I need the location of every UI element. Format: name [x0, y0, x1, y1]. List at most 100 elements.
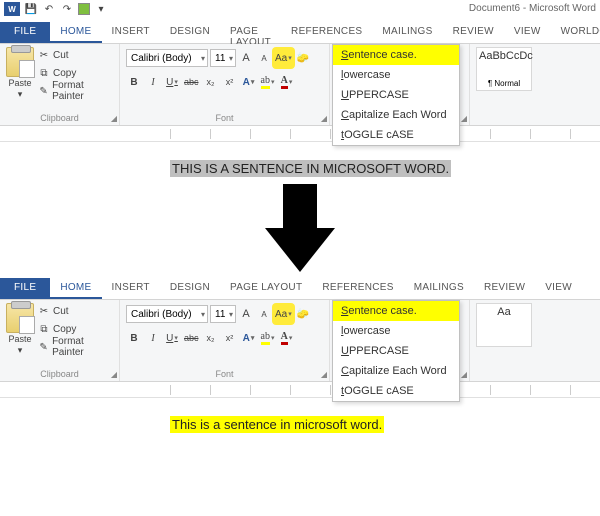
menu-toggle-case[interactable]: tOGGLE cASE	[333, 125, 459, 145]
subscript-button[interactable]: x₂	[203, 73, 219, 91]
font-launcher-icon[interactable]: ◢	[321, 370, 327, 379]
menu-lowercase[interactable]: lowercase	[333, 65, 459, 85]
bold-button[interactable]: B	[126, 329, 142, 347]
clipboard-launcher-icon[interactable]: ◢	[111, 114, 117, 123]
style-sample: Aa	[479, 306, 529, 318]
copy-button[interactable]: ⧉Copy	[38, 65, 113, 81]
font-launcher-icon[interactable]: ◢	[321, 114, 327, 123]
menu-toggle-case[interactable]: tOGGLE cASE	[333, 381, 459, 401]
save-icon[interactable]: 💾	[24, 2, 38, 16]
format-painter-button[interactable]: ✎Format Painter	[38, 339, 113, 355]
font-name-combo[interactable]: Calibri (Body)	[126, 49, 208, 67]
tab-view[interactable]: VIEW	[535, 278, 582, 299]
menu-uppercase[interactable]: UPPERCASE	[333, 341, 459, 361]
redo-icon[interactable]: ↷	[60, 2, 74, 16]
tab-insert[interactable]: INSERT	[102, 278, 160, 299]
group-label-clipboard: Clipboard	[6, 367, 113, 379]
format-painter-label: Format Painter	[52, 80, 113, 102]
tab-worldox[interactable]: WORLDOX	[551, 22, 600, 43]
italic-button[interactable]: I	[145, 73, 161, 91]
clipboard-launcher-icon[interactable]: ◢	[111, 370, 117, 379]
tab-insert[interactable]: INSERT	[102, 22, 160, 43]
cut-button[interactable]: ✂Cut	[38, 47, 113, 63]
tab-review[interactable]: REVIEW	[474, 278, 535, 299]
bold-button[interactable]: B	[126, 73, 142, 91]
clear-formatting-button[interactable]: 🧽	[295, 305, 311, 323]
tab-page-layout[interactable]: PAGE LAYOUT	[220, 278, 312, 299]
change-case-menu: Sentence case. lowercase UPPERCASE Capit…	[332, 44, 460, 146]
paste-icon[interactable]	[6, 303, 34, 333]
underline-button[interactable]: U	[164, 329, 180, 347]
tab-design[interactable]: DESIGN	[160, 278, 220, 299]
tab-references[interactable]: REFERENCES	[281, 22, 372, 43]
font-color-button[interactable]: A	[279, 329, 295, 347]
ruler[interactable]	[0, 382, 600, 398]
grow-font-button[interactable]: A	[238, 49, 254, 67]
superscript-button[interactable]: x²	[222, 329, 238, 347]
highlight-color-button[interactable]: ab	[260, 73, 276, 91]
document-text-before[interactable]: THIS IS A SENTENCE IN MICROSOFT WORD.	[170, 160, 451, 177]
tab-design[interactable]: DESIGN	[160, 22, 220, 43]
menu-sentence-case[interactable]: Sentence case.	[333, 301, 459, 321]
underline-button[interactable]: U	[164, 73, 180, 91]
format-painter-button[interactable]: ✎Format Painter	[38, 83, 113, 99]
paste-label[interactable]: Paste	[8, 78, 31, 88]
paragraph-launcher-icon[interactable]: ◢	[461, 114, 467, 123]
text-effects-button[interactable]: A	[241, 73, 257, 91]
paste-label[interactable]: Paste	[8, 334, 31, 344]
paste-icon[interactable]	[6, 47, 34, 77]
strikethrough-button[interactable]: abc	[183, 73, 200, 91]
style-normal[interactable]: Aa	[476, 303, 532, 347]
brush-icon: ✎	[38, 341, 49, 353]
document-area[interactable]: This is a sentence in microsoft word.	[0, 398, 600, 448]
clear-formatting-button[interactable]: 🧽	[295, 49, 311, 67]
superscript-button[interactable]: x²	[222, 73, 238, 91]
paste-more-icon[interactable]: ▾	[18, 89, 23, 100]
tab-mailings[interactable]: MAILINGS	[404, 278, 474, 299]
menu-capitalize-each-word[interactable]: Capitalize Each Word	[333, 105, 459, 125]
strikethrough-button[interactable]: abc	[183, 329, 200, 347]
menu-uppercase[interactable]: UPPERCASE	[333, 85, 459, 105]
group-font: Calibri (Body) 11 A A Aa 🧽 B I U abc x₂ …	[120, 44, 330, 125]
cut-label: Cut	[53, 50, 69, 61]
italic-button[interactable]: I	[145, 329, 161, 347]
font-size-combo[interactable]: 11	[210, 305, 236, 323]
qat-more-icon[interactable]: ▾	[94, 2, 108, 16]
menu-sentence-case[interactable]: Sentence case.	[333, 45, 459, 65]
style-sample: AaBbCcDc	[479, 50, 529, 62]
text-effects-button[interactable]: A	[241, 329, 257, 347]
tab-mailings[interactable]: MAILINGS	[372, 22, 442, 43]
paragraph-launcher-icon[interactable]: ◢	[461, 370, 467, 379]
copy-button[interactable]: ⧉Copy	[38, 321, 113, 337]
tab-file[interactable]: FILE	[0, 278, 50, 299]
highlight-color-button[interactable]: ab	[260, 329, 276, 347]
font-size-combo[interactable]: 11	[210, 49, 236, 67]
change-case-button[interactable]: Aa	[274, 305, 293, 323]
subscript-button[interactable]: x₂	[203, 329, 219, 347]
shrink-font-button[interactable]: A	[256, 49, 272, 67]
title-bar: W 💾 ↶ ↷ ▾ Document6 - Microsoft Word	[0, 0, 600, 22]
color-swatch-icon[interactable]	[78, 3, 90, 15]
shrink-font-button[interactable]: A	[256, 305, 272, 323]
tab-view[interactable]: VIEW	[504, 22, 551, 43]
menu-lowercase[interactable]: lowercase	[333, 321, 459, 341]
paste-more-icon[interactable]: ▾	[18, 345, 23, 356]
group-label-clipboard: Clipboard	[6, 111, 113, 123]
tab-home[interactable]: HOME	[50, 22, 101, 43]
tab-references[interactable]: REFERENCES	[312, 278, 403, 299]
tab-home[interactable]: HOME	[50, 278, 101, 299]
style-normal[interactable]: AaBbCcDc ¶ Normal	[476, 47, 532, 91]
change-case-button[interactable]: Aa	[274, 49, 293, 67]
font-color-button[interactable]: A	[279, 73, 295, 91]
grow-font-button[interactable]: A	[238, 305, 254, 323]
menu-capitalize-each-word[interactable]: Capitalize Each Word	[333, 361, 459, 381]
undo-icon[interactable]: ↶	[42, 2, 56, 16]
tab-review[interactable]: REVIEW	[443, 22, 504, 43]
tab-page-layout[interactable]: PAGE LAYOUT	[220, 22, 281, 43]
cut-button[interactable]: ✂Cut	[38, 303, 113, 319]
word-window-after: FILE HOME INSERT DESIGN PAGE LAYOUT REFE…	[0, 278, 600, 448]
tab-file[interactable]: FILE	[0, 22, 50, 43]
ruler[interactable]	[0, 126, 600, 142]
document-text-after[interactable]: This is a sentence in microsoft word.	[170, 416, 384, 433]
font-name-combo[interactable]: Calibri (Body)	[126, 305, 208, 323]
